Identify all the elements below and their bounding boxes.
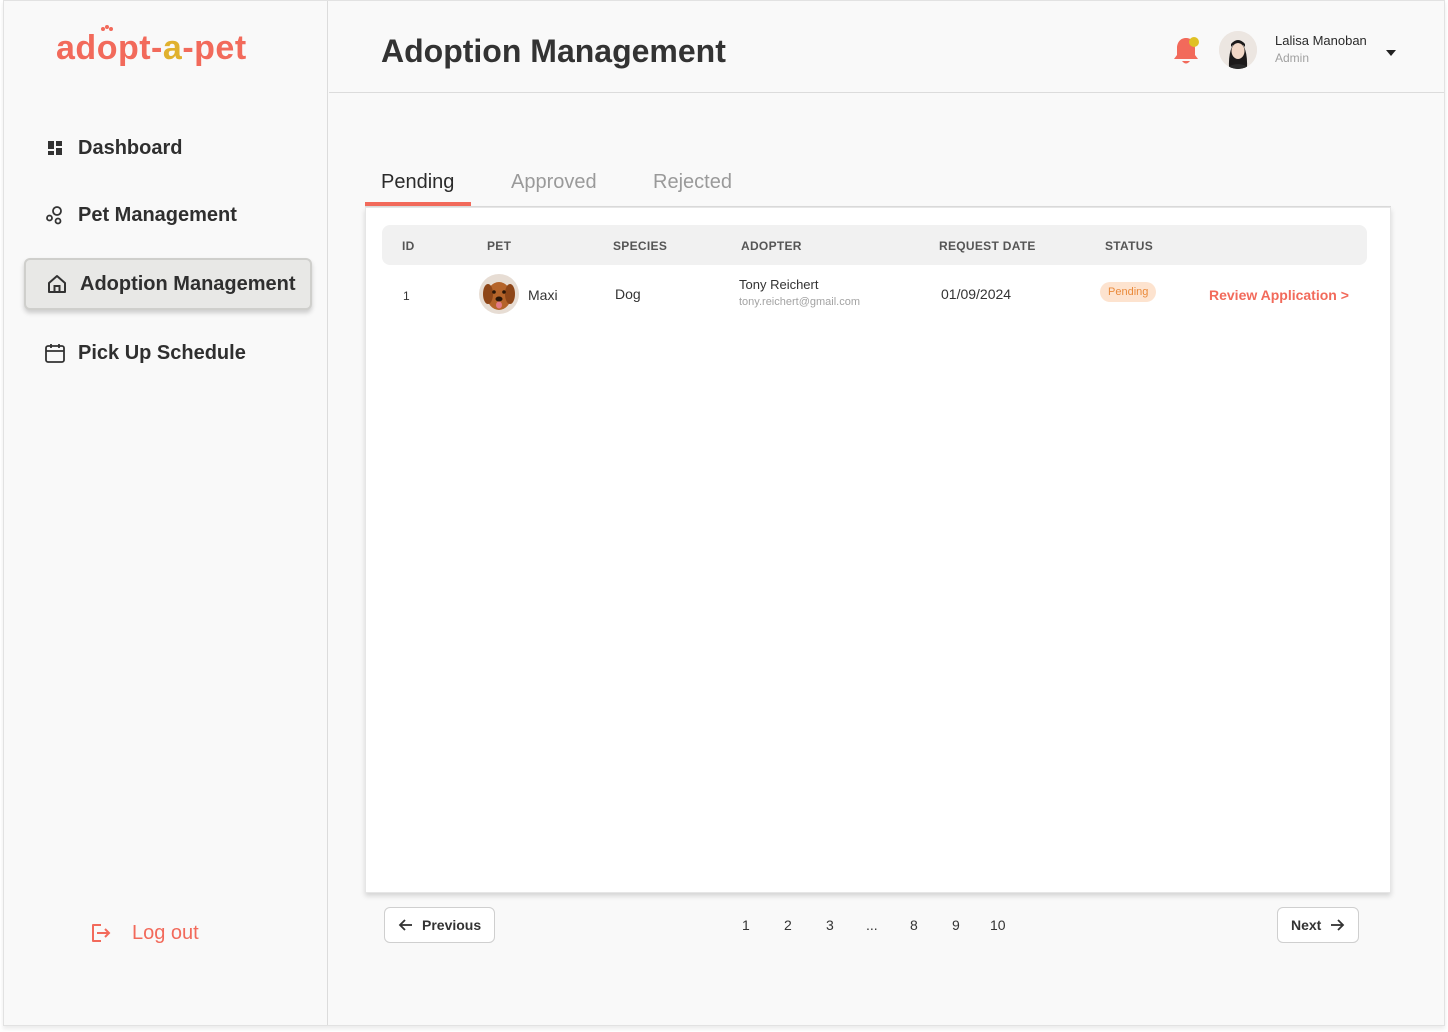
page-number-10[interactable]: 10 [990, 917, 1006, 933]
column-header-adopter: ADOPTER [741, 239, 802, 253]
pet-photo [479, 274, 519, 314]
user-avatar[interactable] [1219, 31, 1257, 69]
page-number-1[interactable]: 1 [742, 917, 750, 933]
sidebar-item-label: Dashboard [78, 136, 183, 159]
status-tabs: Pending Approved Rejected [365, 161, 1391, 207]
page-title: Adoption Management [381, 33, 726, 69]
user-name: Lalisa Manoban [1275, 33, 1367, 48]
arrow-left-icon [398, 919, 412, 931]
pet-species: Dog [615, 286, 641, 302]
active-tab-indicator [365, 202, 471, 206]
logout-icon [88, 921, 112, 945]
page-number-8[interactable]: 8 [910, 917, 918, 933]
page-number-2[interactable]: 2 [784, 917, 792, 933]
logout-button[interactable]: Log out [88, 921, 199, 945]
brand-logo[interactable]: ado pt-a-pet [56, 25, 247, 68]
brand-logo-paw-o: o [97, 25, 118, 67]
review-application-link[interactable]: Review Application > [1209, 287, 1349, 303]
user-role: Admin [1275, 51, 1310, 65]
pet-circles-icon [44, 204, 66, 226]
sidebar-item-dashboard[interactable]: Dashboard [24, 122, 312, 174]
page-number-3[interactable]: 3 [826, 917, 834, 933]
column-header-species: SPECIES [613, 239, 668, 253]
previous-page-button[interactable]: Previous [384, 907, 496, 943]
request-date: 01/09/2024 [941, 286, 1012, 302]
tab-approved[interactable]: Approved [511, 171, 597, 194]
column-header-status: STATUS [1105, 239, 1154, 253]
column-header-pet: PET [487, 239, 512, 253]
tab-rejected[interactable]: Rejected [653, 171, 732, 194]
table-header: ID PET SPECIES ADOPTER REQUEST DATE STAT… [382, 225, 1367, 265]
status-badge: Pending [1100, 282, 1157, 302]
brand-logo-text-1: ad [56, 29, 97, 67]
column-header-id: ID [402, 239, 415, 253]
next-page-button[interactable]: Next [1277, 907, 1360, 943]
column-header-request-date: REQUEST DATE [939, 239, 1036, 253]
app-window: ado pt-a-pet Dashboard Pet Management Ado… [3, 0, 1445, 1026]
adoption-table-card: ID PET SPECIES ADOPTER REQUEST DATE STAT… [365, 207, 1391, 893]
page-ellipsis: ... [866, 917, 878, 933]
home-icon [46, 273, 68, 295]
sidebar-item-pick-up-schedule[interactable]: Pick Up Schedule [24, 327, 312, 379]
arrow-right-icon [1331, 919, 1345, 931]
tab-pending[interactable]: Pending [381, 171, 454, 194]
pet-name: Maxi [528, 287, 558, 303]
page-number-9[interactable]: 9 [952, 917, 960, 933]
table-row[interactable]: 1 Maxi Dog Tony Reichert tony.reichert@g… [382, 270, 1367, 324]
adopter-name: Tony Reichert [739, 277, 819, 292]
sidebar-item-label: Pick Up Schedule [78, 341, 246, 364]
notification-bell-icon[interactable] [1171, 35, 1201, 67]
paw-icon [100, 25, 113, 31]
chevron-down-icon[interactable] [1385, 45, 1397, 56]
sidebar-item-label: Pet Management [78, 203, 237, 226]
top-header: Adoption Management Lalisa Manoban Admin [329, 1, 1444, 93]
sidebar-item-adoption-management[interactable]: Adoption Management [24, 258, 312, 310]
row-id: 1 [403, 289, 410, 303]
previous-label: Previous [422, 917, 482, 933]
dashboard-grid-icon [44, 137, 66, 159]
sidebar-item-label: Adoption Management [80, 272, 296, 295]
calendar-icon [44, 342, 66, 364]
logout-label: Log out [132, 921, 199, 944]
sidebar-item-pet-management[interactable]: Pet Management [24, 189, 312, 241]
adopter-email: tony.reichert@gmail.com [739, 296, 860, 308]
sidebar: ado pt-a-pet Dashboard Pet Management Ado… [4, 1, 328, 1025]
next-label: Next [1291, 917, 1322, 933]
